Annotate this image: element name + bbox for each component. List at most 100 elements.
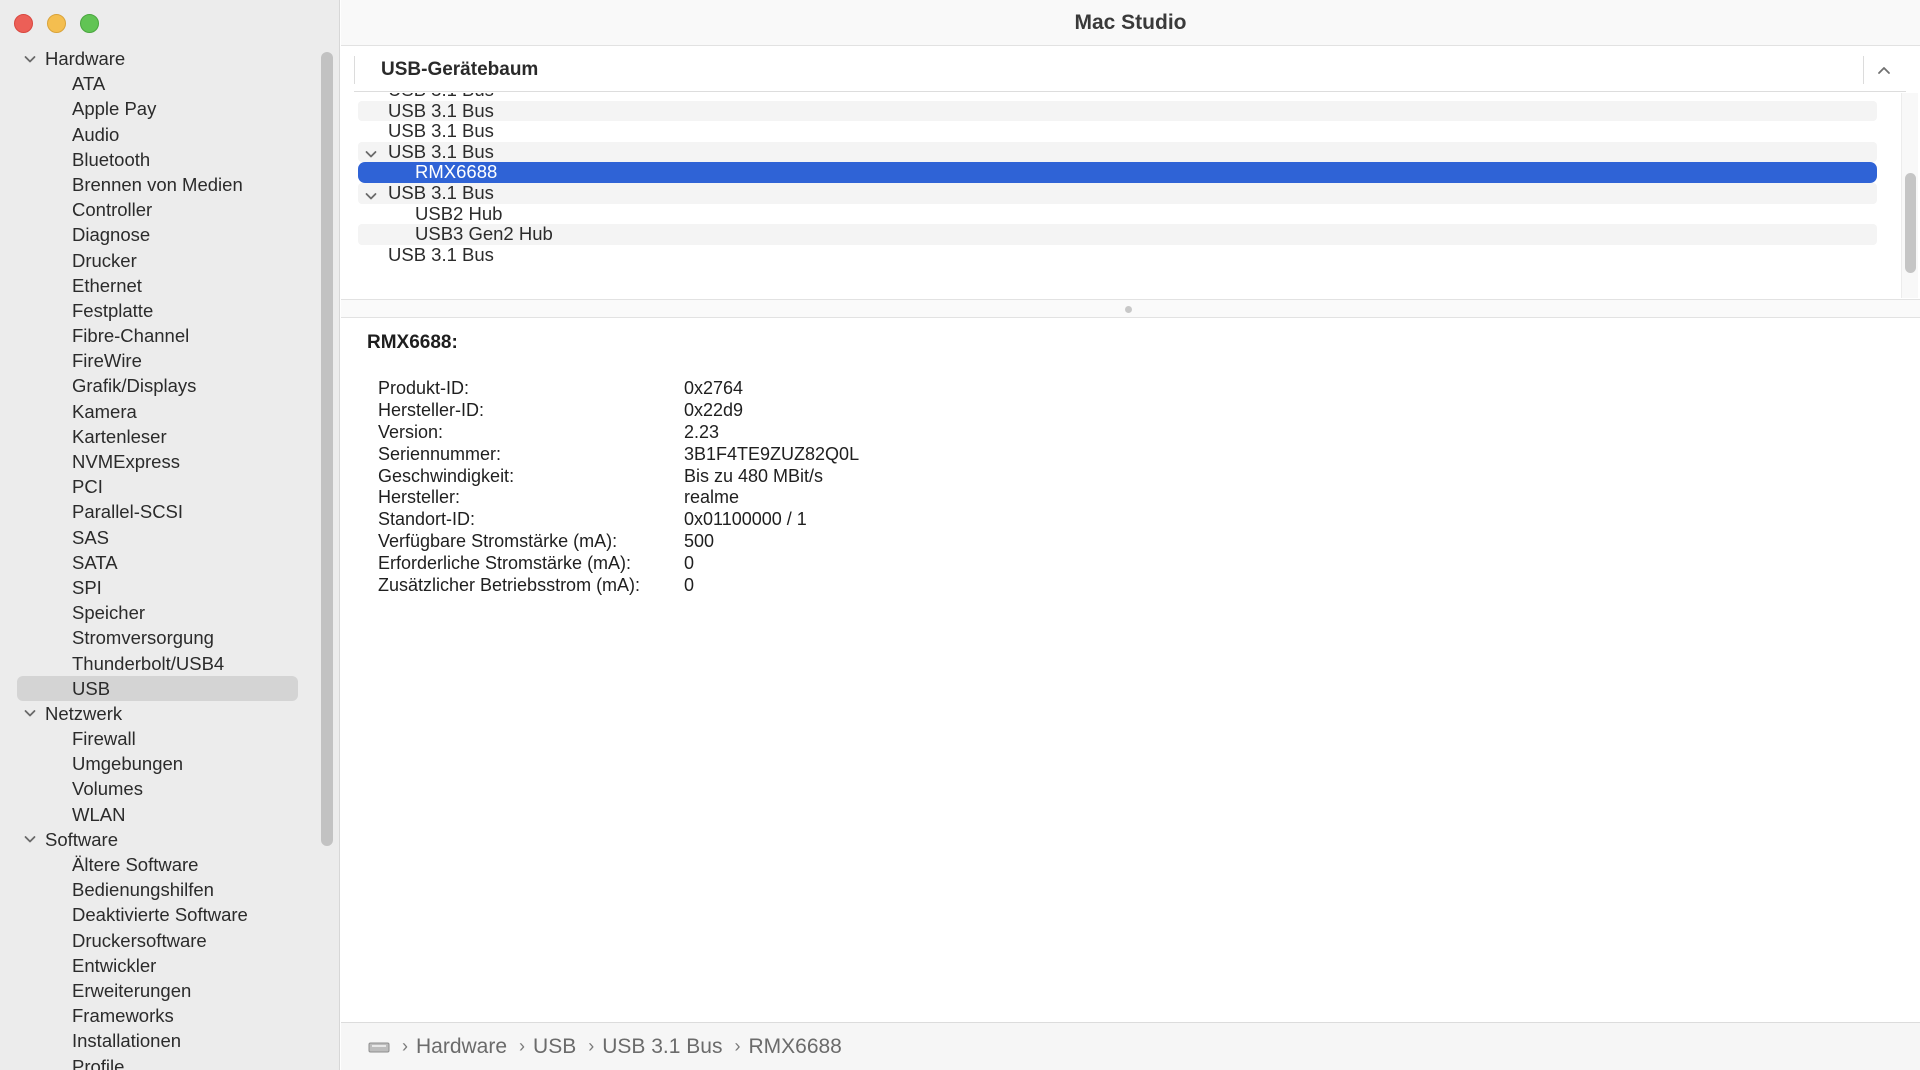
sidebar-item-wlan[interactable]: WLAN bbox=[0, 802, 310, 827]
sidebar-item-label: Stromversorgung bbox=[72, 627, 214, 649]
device-row[interactable]: USB 3.1 Bus bbox=[358, 99, 1877, 122]
sidebar-item-diagnose[interactable]: Diagnose bbox=[0, 222, 310, 247]
sidebar-item-nvmexpress[interactable]: NVMExpress bbox=[0, 449, 310, 474]
path-segment-hardware[interactable]: › Hardware bbox=[390, 1035, 507, 1059]
chevron-down-icon[interactable] bbox=[22, 46, 38, 71]
sidebar-item-label: SATA bbox=[72, 551, 118, 573]
sidebar-item-label: PCI bbox=[72, 476, 103, 498]
sidebar-item-usb[interactable]: USB bbox=[0, 675, 310, 702]
detail-value: Bis zu 480 MBit/s bbox=[684, 465, 824, 486]
device-list-scrollbar[interactable] bbox=[1901, 93, 1918, 298]
sidebar-item-controller[interactable]: Controller bbox=[0, 197, 310, 222]
sidebar-item-frameworks[interactable]: Frameworks bbox=[0, 1003, 310, 1028]
sidebar-item-label: Frameworks bbox=[72, 1005, 174, 1027]
sidebar-group-label: Software bbox=[45, 828, 119, 850]
sidebar-item-drucker[interactable]: Drucker bbox=[0, 248, 310, 273]
detail-value: realme bbox=[684, 487, 740, 508]
pane-splitter[interactable] bbox=[341, 299, 1920, 318]
sidebar-item-entwickler[interactable]: Entwickler bbox=[0, 953, 310, 978]
detail-key: Hersteller-ID: bbox=[378, 399, 485, 420]
sidebar-item-sas[interactable]: SAS bbox=[0, 525, 310, 550]
sidebar-item-audio[interactable]: Audio bbox=[0, 122, 310, 147]
detail-key: Zusätzlicher Betriebsstrom (mA): bbox=[378, 575, 641, 596]
path-segment-rmx6688[interactable]: › RMX6688 bbox=[722, 1035, 841, 1059]
sidebar-item-fibre-channel[interactable]: Fibre-Channel bbox=[0, 323, 310, 348]
sidebar-item-label: Bedienungshilfen bbox=[72, 879, 214, 901]
column-divider bbox=[1863, 56, 1864, 84]
sidebar-item-kamera[interactable]: Kamera bbox=[0, 399, 310, 424]
device-label: USB 3.1 Bus bbox=[388, 243, 494, 265]
device-row[interactable]: USB 3.1 Bus bbox=[358, 140, 1877, 163]
main-pane: Mac Studio USB-Gerätebaum USB 3.1 Bus USB… bbox=[341, 0, 1920, 1070]
device-row[interactable]: USB 3.1 Bus bbox=[358, 243, 1877, 266]
chevron-right-icon: › bbox=[588, 1036, 595, 1056]
sidebar-item-pci[interactable]: PCI bbox=[0, 474, 310, 499]
minimize-window-button[interactable] bbox=[47, 14, 66, 33]
sidebar-item-festplatte[interactable]: Festplatte bbox=[0, 298, 310, 323]
sidebar-group-netzwerk[interactable]: Netzwerk bbox=[0, 701, 310, 726]
sidebar-item-firewire[interactable]: FireWire bbox=[0, 348, 310, 373]
details-table: Produkt-ID: 0x2764 Hersteller-ID: 0x22d9 Ver… bbox=[367, 378, 859, 597]
scrollbar-thumb[interactable] bbox=[1905, 173, 1916, 273]
path-segment-usb[interactable]: › USB bbox=[507, 1035, 576, 1059]
path-segment-usb-3-1-bus[interactable]: › USB 3.1 Bus bbox=[576, 1035, 722, 1059]
device-label: USB 3.1 Bus bbox=[388, 99, 494, 121]
detail-row: Produkt-ID: 0x2764 bbox=[367, 378, 859, 400]
sidebar-item-deaktivierte-software[interactable]: Deaktivierte Software bbox=[0, 902, 310, 927]
device-row[interactable]: USB 3.1 Bus bbox=[358, 93, 1877, 101]
sidebar-item-label: Profile bbox=[72, 1055, 125, 1070]
sidebar-item-label: SAS bbox=[72, 526, 110, 548]
device-row[interactable]: USB 3.1 Bus bbox=[358, 182, 1877, 204]
chevron-up-icon[interactable] bbox=[1876, 62, 1892, 78]
sidebar-item-kartenleser[interactable]: Kartenleser bbox=[0, 424, 310, 449]
path-segment-label: USB bbox=[533, 1034, 577, 1058]
sidebar-item-ethernet[interactable]: Ethernet bbox=[0, 273, 310, 298]
detail-row: Version: 2.23 bbox=[367, 422, 859, 444]
sidebar-item-bluetooth[interactable]: Bluetooth bbox=[0, 147, 310, 172]
device-row-selected[interactable]: RMX6688 bbox=[358, 162, 1877, 183]
device-tree-title: USB-Gerätebaum bbox=[381, 59, 539, 80]
sidebar-item-profile[interactable]: Profile bbox=[0, 1054, 310, 1070]
sidebar-item-speicher[interactable]: Speicher bbox=[0, 600, 310, 625]
device-row[interactable]: USB2 Hub bbox=[358, 203, 1877, 225]
sidebar-item-apple-pay[interactable]: Apple Pay bbox=[0, 96, 310, 121]
sidebar-item-label: Bluetooth bbox=[72, 148, 151, 170]
close-window-button[interactable] bbox=[14, 14, 33, 33]
device-row[interactable]: USB 3.1 Bus bbox=[358, 121, 1877, 142]
sidebar-item-label: Audio bbox=[72, 123, 120, 145]
sidebar: Hardware ATA Apple Pay Audio Bluetooth Brenne… bbox=[0, 0, 340, 1070]
sidebar-item-label: Apple Pay bbox=[72, 98, 157, 120]
window-title: Mac Studio bbox=[341, 0, 1920, 46]
sidebar-item-erweiterungen[interactable]: Erweiterungen bbox=[0, 978, 310, 1003]
sidebar-item-installationen[interactable]: Installationen bbox=[0, 1028, 310, 1053]
sidebar-item-sata[interactable]: SATA bbox=[0, 550, 310, 575]
sidebar-item-grafik-displays[interactable]: Grafik/Displays bbox=[0, 373, 310, 398]
device-details: RMX6688: Produkt-ID: 0x2764 Hersteller-ID:… bbox=[367, 332, 859, 597]
sidebar-item-spi[interactable]: SPI bbox=[0, 575, 310, 600]
device-row[interactable]: USB3 Gen2 Hub bbox=[358, 224, 1877, 245]
detail-key: Erforderliche Stromstärke (mA): bbox=[378, 553, 632, 574]
sidebar-item-druckersoftware[interactable]: Druckersoftware bbox=[0, 928, 310, 953]
sidebar-group-hardware[interactable]: Hardware bbox=[0, 46, 310, 71]
sidebar-item-altere-software[interactable]: Ältere Software bbox=[0, 852, 310, 877]
sidebar-item-ata[interactable]: ATA bbox=[0, 71, 310, 96]
sidebar-item-umgebungen[interactable]: Umgebungen bbox=[0, 751, 310, 776]
sidebar-scrollbar[interactable] bbox=[321, 52, 333, 846]
sidebar-item-volumes[interactable]: Volumes bbox=[0, 776, 310, 801]
chevron-down-icon[interactable] bbox=[22, 701, 38, 726]
sidebar-item-label: Kamera bbox=[72, 400, 137, 422]
sidebar-item-brennen-von-medien[interactable]: Brennen von Medien bbox=[0, 172, 310, 197]
sidebar-item-parallel-scsi[interactable]: Parallel-SCSI bbox=[0, 499, 310, 524]
detail-key: Standort-ID: bbox=[378, 509, 476, 530]
device-label: USB 3.1 Bus bbox=[388, 140, 494, 162]
sidebar-item-stromversorgung[interactable]: Stromversorgung bbox=[0, 625, 310, 650]
sidebar-item-thunderbolt-usb4[interactable]: Thunderbolt/USB4 bbox=[0, 651, 310, 676]
sidebar-item-firewall[interactable]: Firewall bbox=[0, 726, 310, 751]
sidebar-item-label: Deaktivierte Software bbox=[72, 904, 248, 926]
device-tree-header[interactable]: USB-Gerätebaum bbox=[354, 48, 1906, 92]
splitter-handle[interactable] bbox=[1125, 306, 1132, 313]
zoom-window-button[interactable] bbox=[80, 14, 99, 33]
sidebar-group-software[interactable]: Software bbox=[0, 827, 310, 852]
sidebar-item-bedienungshilfen[interactable]: Bedienungshilfen bbox=[0, 877, 310, 902]
chevron-down-icon[interactable] bbox=[22, 827, 38, 852]
